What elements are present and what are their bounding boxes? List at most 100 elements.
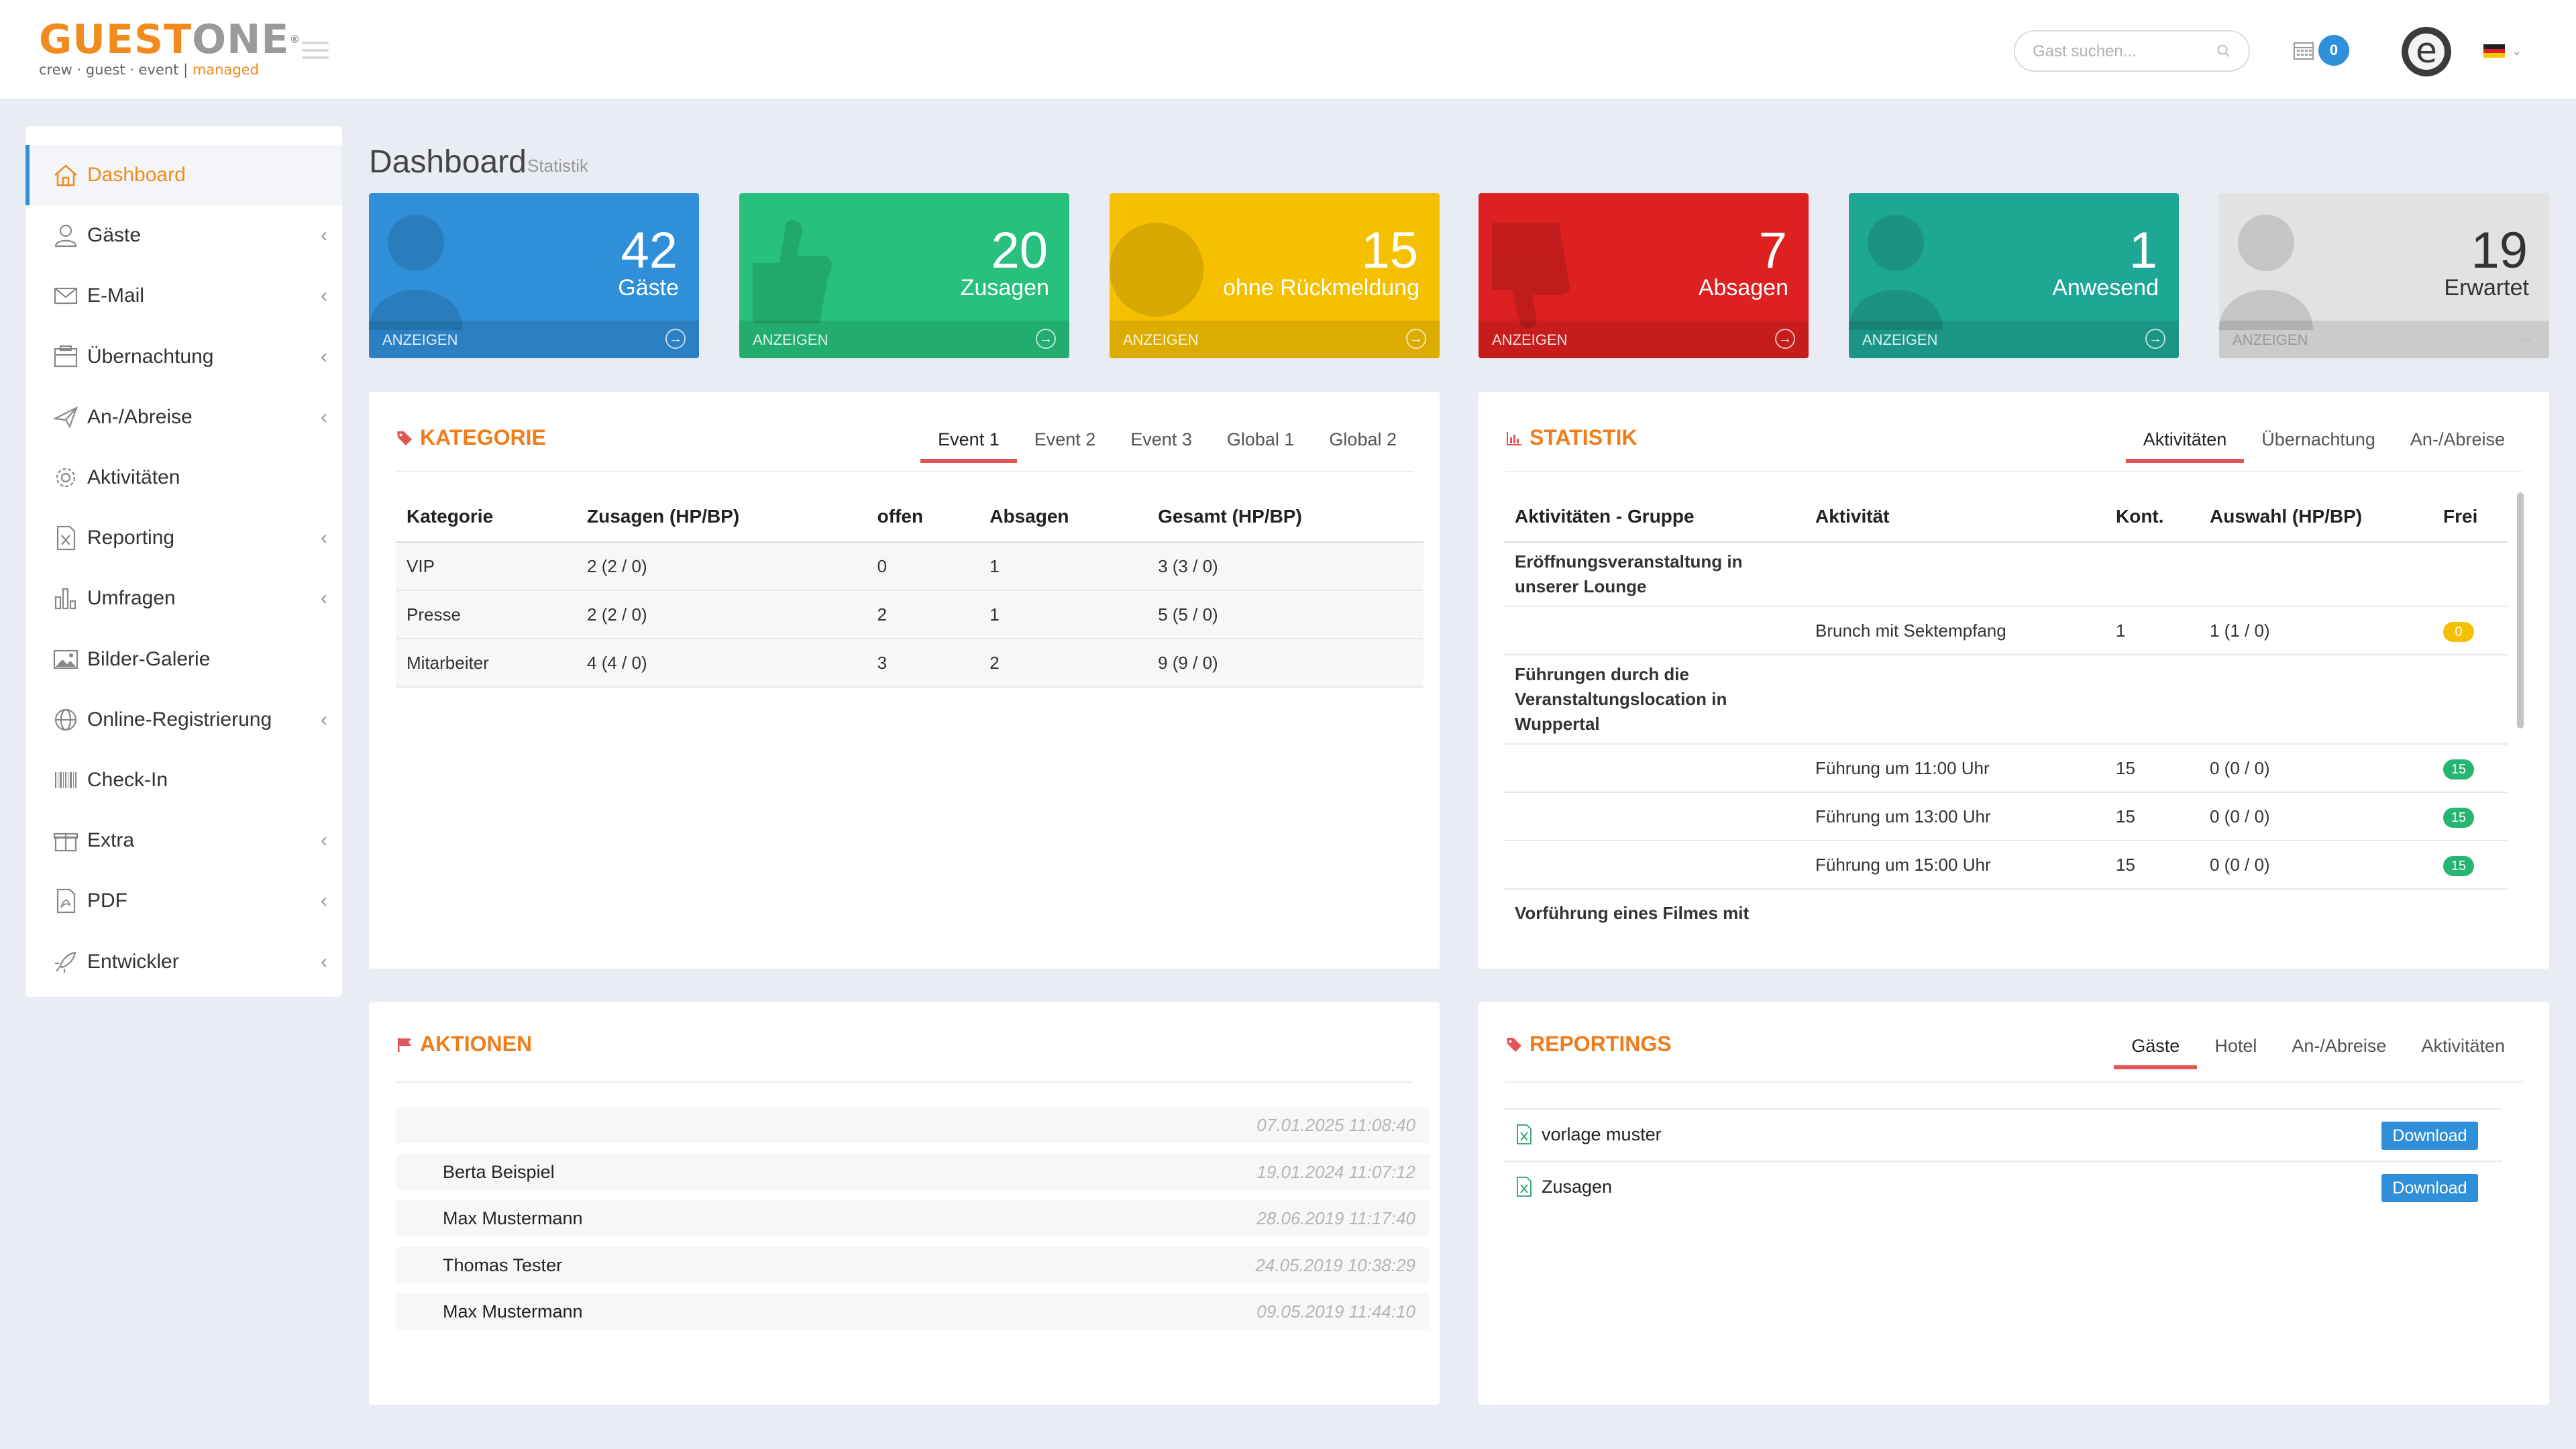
selection: 1 (1 / 0) — [2199, 606, 2432, 655]
stat-tile-gäste[interactable]: 42 Gäste ANZEIGEN → — [369, 193, 699, 358]
kategorie-panel: KATEGORIE Event 1 Event 2 Event 3 Global 1G… — [369, 392, 1440, 969]
free-cell: 15 — [2432, 841, 2508, 890]
column-header[interactable]: Auswahl (HP/BP) — [2199, 491, 2432, 543]
tab-aktivitäten[interactable]: Aktivitäten — [2404, 1028, 2522, 1069]
stat-tile-absagen[interactable]: 7 Absagen ANZEIGEN → — [1479, 193, 1809, 358]
calendar-count-badge[interactable]: 0 — [2318, 35, 2349, 66]
sidebar-item-bilder-galerie[interactable]: Bilder-Galerie — [25, 629, 342, 690]
tab-übernachtung[interactable]: Übernachtung — [2244, 421, 2393, 463]
tab-event-3[interactable]: Event 3 — [1113, 421, 1210, 463]
column-header[interactable]: Absagen — [979, 491, 1148, 543]
tile-show-link[interactable]: ANZEIGEN — [1492, 331, 1567, 349]
column-header[interactable]: Kont. — [2105, 491, 2199, 543]
chevron-left-icon: ‹ — [321, 587, 327, 610]
stat-tile-zusagen[interactable]: 20 Zusagen ANZEIGEN → — [739, 193, 1069, 358]
stat-tile-ohne-rückmeldung[interactable]: 15 ohne Rückmeldung ANZEIGEN → — [1110, 193, 1440, 358]
column-header[interactable]: Gesamt (HP/BP) — [1147, 491, 1424, 543]
download-button[interactable]: Download — [2381, 1122, 2478, 1150]
tab-an-abreise[interactable]: An-/Abreise — [2393, 421, 2522, 463]
tab-global-2[interactable]: Global 2 — [1311, 421, 1414, 463]
column-header[interactable]: Aktivität — [1805, 491, 2105, 543]
sidebar-item-online-registrierung[interactable]: Online-Registrierung ‹ — [25, 690, 342, 750]
guest-search-input[interactable] — [2033, 40, 2207, 64]
table-cell: 4 (4 / 0) — [576, 639, 867, 688]
sidebar-item-check-in[interactable]: Check-In — [25, 750, 342, 810]
free-cell: 0 — [2432, 606, 2508, 655]
stat-tile-erwartet[interactable]: 19 Erwartet ANZEIGEN → — [2219, 193, 2549, 358]
sidebar-item-umfragen[interactable]: Umfragen ‹ — [25, 568, 342, 629]
statistik-table-scroll[interactable]: Aktivitäten - Gruppe Aktivität Kont. Auswah… — [1504, 491, 2508, 936]
tab-event-2[interactable]: Event 2 — [1017, 421, 1114, 463]
list-item[interactable]: Thomas Tester 24.05.2019 10:38:29 — [396, 1246, 1429, 1283]
german-flag-icon[interactable] — [2483, 44, 2505, 58]
tile-show-link[interactable]: ANZEIGEN — [382, 331, 458, 349]
arrow-right-circle-icon[interactable]: → — [2145, 329, 2165, 349]
table-cell: 1 — [979, 542, 1148, 591]
sidebar-item-entwickler[interactable]: Entwickler ‹ — [25, 932, 342, 992]
report-file-name[interactable]: Zusagen — [1542, 1177, 1612, 1197]
tab-gäste[interactable]: Gäste — [2114, 1028, 2198, 1069]
download-button[interactable]: Download — [2381, 1174, 2478, 1202]
list-item[interactable]: 07.01.2025 11:08:40 — [396, 1107, 1429, 1143]
table-cell: Mitarbeiter — [396, 639, 577, 688]
user-avatar[interactable]: e — [2402, 27, 2451, 76]
report-file-name[interactable]: vorlage muster — [1542, 1124, 1662, 1145]
page-subtitle: Statistik — [527, 156, 589, 176]
tile-footer[interactable]: ANZEIGEN → — [2219, 321, 2549, 358]
sidebar-item-reporting[interactable]: Reporting ‹ — [25, 508, 342, 568]
tab-an-abreise[interactable]: An-/Abreise — [2274, 1028, 2404, 1069]
globe-icon — [54, 708, 77, 731]
sidebar-item-übernachtung[interactable]: Übernachtung ‹ — [25, 327, 342, 387]
arrow-right-circle-icon[interactable]: → — [665, 329, 686, 349]
stat-tile-anwesend[interactable]: 1 Anwesend ANZEIGEN → — [1849, 193, 2179, 358]
tile-footer[interactable]: ANZEIGEN → — [1479, 321, 1809, 358]
chevron-left-icon: ‹ — [321, 345, 327, 368]
tile-footer[interactable]: ANZEIGEN → — [369, 321, 699, 358]
tile-show-link[interactable]: ANZEIGEN — [2233, 331, 2308, 349]
sidebar-item-an-abreise[interactable]: An-/Abreise ‹ — [25, 387, 342, 447]
sidebar-item-gäste[interactable]: Gäste ‹ — [25, 205, 342, 266]
tile-show-link[interactable]: ANZEIGEN — [753, 331, 828, 349]
sidebar-item-aktivitäten[interactable]: Aktivitäten — [25, 447, 342, 508]
column-header[interactable]: offen — [866, 491, 979, 543]
search-icon[interactable] — [2216, 44, 2231, 58]
tile-footer[interactable]: ANZEIGEN → — [1110, 321, 1440, 358]
sidebar-item-dashboard[interactable]: Dashboard — [25, 145, 342, 205]
free-count-badge: 0 — [2443, 621, 2474, 642]
tab-hotel[interactable]: Hotel — [2197, 1028, 2274, 1069]
chevron-left-icon: ‹ — [321, 405, 327, 428]
sidebar-item-e-mail[interactable]: E-Mail ‹ — [25, 266, 342, 326]
action-timestamp: 09.05.2019 11:44:10 — [1256, 1301, 1415, 1322]
rocket-icon — [55, 951, 76, 973]
activity-name: Brunch mit Sektempfang — [1805, 606, 2105, 655]
list-item[interactable]: Max Mustermann 09.05.2019 11:44:10 — [396, 1293, 1429, 1330]
arrow-right-circle-icon[interactable]: → — [1775, 329, 1795, 349]
tile-show-link[interactable]: ANZEIGEN — [1123, 331, 1198, 349]
tile-value: 42 — [621, 222, 678, 279]
list-item[interactable]: Max Mustermann 28.06.2019 11:17:40 — [396, 1200, 1429, 1236]
column-header[interactable]: Kategorie — [396, 491, 577, 543]
arrow-right-circle-icon[interactable]: → — [1406, 329, 1426, 349]
statistik-panel: STATISTIK Aktivitäten Übernachtung An-/Abr… — [1479, 392, 2549, 969]
sidebar-item-extra[interactable]: Extra ‹ — [25, 810, 342, 871]
empty-cell — [2199, 889, 2432, 936]
column-header[interactable]: Aktivitäten - Gruppe — [1504, 491, 1805, 543]
column-header[interactable]: Frei — [2432, 491, 2508, 543]
tab-aktivitäten[interactable]: Aktivitäten — [2125, 421, 2245, 463]
tile-footer[interactable]: ANZEIGEN → — [739, 321, 1069, 358]
tab-event-1[interactable]: Event 1 — [920, 421, 1017, 463]
tab-global-1[interactable]: Global 1 — [1210, 421, 1312, 463]
tile-show-link[interactable]: ANZEIGEN — [1862, 331, 1937, 349]
kategorie-table: Kategorie Zusagen (HP/BP) offen Absagen Gesa… — [396, 491, 1424, 688]
tile-footer[interactable]: ANZEIGEN → — [1849, 321, 2179, 358]
language-chevron-down-icon[interactable]: ⌄ — [2512, 44, 2522, 58]
arrow-right-circle-icon[interactable]: → — [1036, 329, 1056, 349]
list-item[interactable]: Berta Beispiel 19.01.2024 11:07:12 — [396, 1153, 1429, 1190]
guestone-logo[interactable]: GUESTONE® crew · guest · event | managed — [39, 19, 301, 78]
calendar-icon[interactable] — [2293, 40, 2314, 60]
hamburger-menu-icon[interactable] — [302, 42, 329, 59]
column-header[interactable]: Zusagen (HP/BP) — [576, 491, 867, 543]
statistik-scrollbar-thumb[interactable] — [2517, 492, 2524, 729]
arrow-right-circle-icon[interactable]: → — [2516, 329, 2536, 349]
sidebar-item-pdf[interactable]: PDF ‹ — [25, 871, 342, 931]
